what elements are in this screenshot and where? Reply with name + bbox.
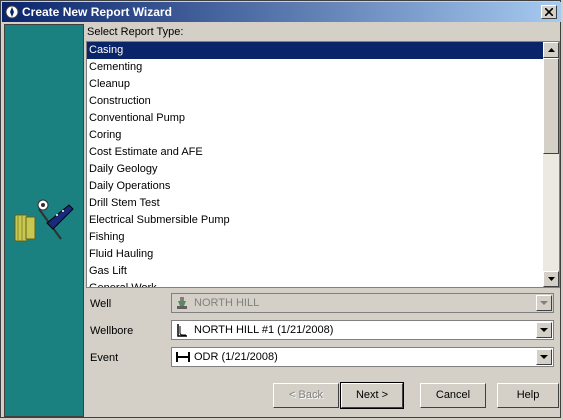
list-item[interactable]: Cementing [87, 59, 544, 76]
arrow-down-icon [548, 277, 555, 281]
list-item[interactable]: Cleanup [87, 76, 544, 93]
event-value: ODR (1/21/2008) [194, 351, 278, 363]
scroll-down-button[interactable] [543, 271, 559, 287]
next-button[interactable]: Next > [340, 382, 404, 409]
report-type-items: Casing Cementing Cleanup Construction Conven… [87, 42, 544, 287]
list-item[interactable]: Electrical Submersible Pump [87, 212, 544, 229]
event-label: Event [90, 352, 119, 364]
list-item[interactable]: Gas Lift [87, 263, 544, 280]
scroll-thumb[interactable] [543, 58, 559, 154]
list-item[interactable]: Coring [87, 127, 544, 144]
chevron-down-icon [540, 355, 548, 359]
list-item[interactable]: Casing [87, 42, 544, 59]
scroll-up-button[interactable] [543, 42, 559, 58]
event-dropdown-button[interactable] [536, 349, 552, 365]
cancel-button[interactable]: Cancel [420, 383, 486, 408]
title-bar: Create New Report Wizard [2, 2, 561, 22]
well-dropdown-button [536, 295, 552, 311]
wellbore-dropdown[interactable]: NORTH HILL #1 (1/21/2008) [171, 320, 554, 340]
report-type-list[interactable]: Casing Cementing Cleanup Construction Conven… [86, 41, 560, 288]
list-item[interactable]: Daily Geology [87, 161, 544, 178]
wellbore-icon [177, 324, 187, 337]
help-button[interactable]: Help [497, 383, 559, 408]
event-dropdown[interactable]: ODR (1/21/2008) [171, 347, 554, 367]
wellbore-dropdown-button[interactable] [536, 322, 552, 338]
drilling-rig-icon [14, 199, 74, 242]
well-icon [177, 297, 187, 309]
event-icon [176, 352, 190, 362]
chevron-down-icon [540, 301, 548, 305]
list-item[interactable]: Daily Operations [87, 178, 544, 195]
chevron-down-icon [540, 328, 548, 332]
list-scrollbar[interactable] [543, 42, 559, 287]
arrow-up-icon [548, 48, 555, 52]
well-dropdown: NORTH HILL [171, 293, 554, 313]
list-item[interactable]: Construction [87, 93, 544, 110]
list-item[interactable]: Fluid Hauling [87, 246, 544, 263]
app-logo-icon [5, 5, 19, 19]
window-title: Create New Report Wizard [22, 5, 172, 19]
back-button[interactable]: < Back [273, 383, 339, 408]
close-button[interactable] [541, 5, 557, 19]
well-value: NORTH HILL [194, 297, 260, 309]
select-report-type-label: Select Report Type: [87, 26, 184, 38]
wizard-sidebar [4, 24, 84, 417]
list-item[interactable]: Cost Estimate and AFE [87, 144, 544, 161]
wizard-window: Create New Report Wizard Select Report T… [0, 0, 561, 418]
wellbore-label: Wellbore [90, 325, 134, 337]
list-item[interactable]: Fishing [87, 229, 544, 246]
close-icon [545, 8, 553, 16]
list-item[interactable]: General Work [87, 280, 544, 287]
list-item[interactable]: Conventional Pump [87, 110, 544, 127]
wellbore-value: NORTH HILL #1 (1/21/2008) [194, 324, 334, 336]
list-item[interactable]: Drill Stem Test [87, 195, 544, 212]
well-label: Well [90, 298, 112, 310]
